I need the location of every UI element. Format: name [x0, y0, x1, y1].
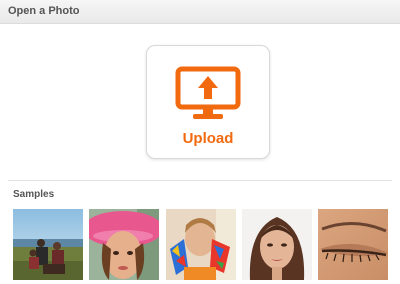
section-divider — [8, 180, 392, 181]
dialog-title: Open a Photo — [8, 5, 80, 17]
monitor-upload-icon — [175, 66, 241, 119]
sample-photo-painted-hands[interactable] — [166, 209, 236, 280]
sample-photo-woman-portrait[interactable] — [242, 209, 312, 280]
sample-photo-girl-pink-hat[interactable] — [89, 209, 159, 280]
sample-photo-eye-closeup[interactable] — [318, 209, 388, 280]
upload-button[interactable]: Upload — [146, 45, 270, 159]
sample-photo-outdoor-group[interactable] — [13, 209, 83, 280]
samples-heading: Samples — [13, 189, 55, 200]
dialog-header: Open a Photo — [0, 0, 400, 24]
upload-label: Upload — [182, 130, 234, 147]
